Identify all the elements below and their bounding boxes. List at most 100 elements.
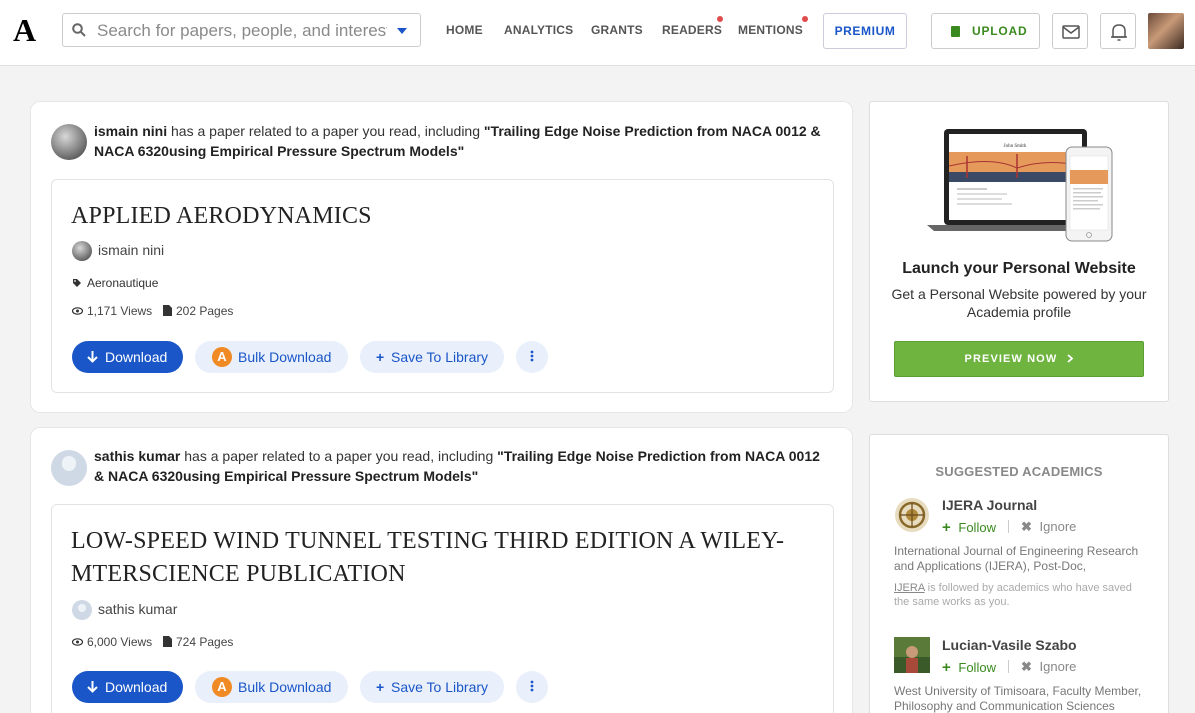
tag-icon: [73, 279, 81, 287]
download-button[interactable]: Download: [72, 341, 183, 373]
nav-mentions[interactable]: MENTIONS: [738, 23, 803, 37]
lucian-vasile-szabo-avatar[interactable]: [894, 637, 930, 673]
paper-title[interactable]: APPLIED AERODYNAMICS: [71, 200, 811, 233]
chevron-right-icon: [1067, 354, 1074, 363]
plus-icon: +: [942, 519, 951, 536]
search-input[interactable]: [97, 20, 387, 42]
promo-title: Launch your Personal Website: [902, 260, 1136, 277]
nav-analytics[interactable]: ANALYTICS: [504, 23, 573, 37]
ijera-journal-logo[interactable]: [894, 497, 930, 533]
feed-notice: ismain nini has a paper related to a pap…: [94, 121, 839, 161]
bulk-download-label: Bulk Download: [238, 679, 332, 695]
paper-views: 1,171 Views: [87, 304, 153, 318]
eye-icon: [72, 307, 83, 315]
academia-a-icon: A: [212, 677, 232, 697]
user-avatar[interactable]: [1148, 13, 1184, 49]
paper-tag[interactable]: Aeronautique: [87, 276, 158, 290]
ignore-button[interactable]: ✖ Ignore: [1021, 659, 1076, 675]
preview-now-button[interactable]: PREVIEW NOW: [894, 341, 1144, 377]
download-arrow-icon: [87, 351, 98, 363]
bulk-download-button[interactable]: A Bulk Download: [195, 671, 348, 703]
download-button[interactable]: Download: [72, 671, 183, 703]
nav-grants[interactable]: GRANTS: [591, 23, 643, 37]
suggested-academics-panel: SUGGESTED ACADEMICS IJERA Journal + Foll…: [869, 434, 1169, 713]
search-box[interactable]: [62, 13, 421, 47]
upload-button-label: UPLOAD: [972, 24, 1028, 38]
premium-button[interactable]: PREMIUM: [823, 13, 907, 49]
paper-card: APPLIED AERODYNAMICS ismain nini Aeronau…: [51, 179, 834, 393]
nav-home[interactable]: HOME: [446, 23, 483, 37]
ignore-label: Ignore: [1039, 659, 1077, 674]
academia-a-icon: A: [212, 347, 232, 367]
suggested-description: West University of Timisoara, Faculty Me…: [894, 684, 1142, 713]
divider: [1008, 520, 1009, 533]
follow-label: Follow: [958, 660, 996, 675]
suggested-academics-title: SUGGESTED ACADEMICS: [935, 464, 1103, 479]
save-to-library-label: Save To Library: [391, 679, 489, 695]
search-icon: [72, 23, 86, 37]
page-icon: [163, 305, 172, 316]
paper-pages: 202 Pages: [176, 304, 234, 318]
paper-author[interactable]: sathis kumar: [98, 601, 177, 617]
follow-button[interactable]: + Follow: [942, 659, 996, 676]
readers-notification-dot: [717, 16, 723, 22]
download-arrow-icon: [87, 681, 98, 693]
plus-icon: +: [376, 679, 385, 695]
nav-readers[interactable]: READERS: [662, 23, 722, 37]
paper-pages: 724 Pages: [176, 635, 234, 649]
plus-icon: +: [942, 659, 951, 676]
download-label: Download: [105, 349, 168, 365]
notice-user-link[interactable]: ismain nini: [94, 123, 167, 139]
follow-label: Follow: [958, 520, 996, 535]
paper-views: 6,000 Views: [87, 635, 153, 649]
close-icon: ✖: [1021, 659, 1032, 674]
bell-icon: [1111, 24, 1127, 41]
notifications-button[interactable]: [1100, 13, 1136, 49]
paper-title[interactable]: LOW-SPEED WIND TUNNEL TESTING THIRD EDIT…: [71, 525, 821, 591]
feed-notice: sathis kumar has a paper related to a pa…: [94, 446, 824, 486]
save-to-library-label: Save To Library: [391, 349, 489, 365]
eye-icon: [72, 638, 83, 646]
save-to-library-button[interactable]: + Save To Library: [360, 341, 504, 373]
notice-text: has a paper related to a paper you read,…: [180, 448, 498, 464]
academia-logo[interactable]: A: [13, 14, 36, 46]
mock-site-name: John Smith: [1004, 144, 1027, 149]
user-avatar-sathis-kumar[interactable]: [51, 450, 87, 486]
messages-button[interactable]: [1052, 13, 1088, 49]
ignore-button[interactable]: ✖ Ignore: [1021, 519, 1076, 535]
suggested-description: International Journal of Engineering Res…: [894, 544, 1139, 573]
follow-button[interactable]: + Follow: [942, 519, 996, 536]
search-dropdown-caret-icon[interactable]: [397, 28, 407, 34]
save-to-library-button[interactable]: + Save To Library: [360, 671, 504, 703]
upload-button[interactable]: UPLOAD: [931, 13, 1040, 49]
more-options-button[interactable]: [516, 341, 548, 373]
close-icon: ✖: [1021, 519, 1032, 534]
preview-now-label: PREVIEW NOW: [964, 353, 1058, 365]
download-label: Download: [105, 679, 168, 695]
ignore-label: Ignore: [1039, 519, 1077, 534]
suggested-note: IJERA is followed by academics who have …: [894, 581, 1149, 609]
mentions-notification-dot: [802, 16, 808, 22]
bulk-download-button[interactable]: A Bulk Download: [195, 341, 348, 373]
feed-card: sathis kumar has a paper related to a pa…: [30, 427, 853, 713]
user-avatar-ismain-nini[interactable]: [51, 124, 87, 160]
envelope-icon: [1062, 25, 1080, 39]
paper-author[interactable]: ismain nini: [98, 242, 164, 258]
author-avatar: [72, 600, 92, 620]
plus-icon: +: [376, 349, 385, 365]
feed-card: ismain nini has a paper related to a pap…: [30, 101, 853, 413]
personal-website-promo: John Smith Launch your Personal Website …: [869, 101, 1169, 402]
suggested-name[interactable]: Lucian-Vasile Szabo: [942, 637, 1077, 653]
divider: [1008, 660, 1009, 673]
notice-user-link[interactable]: sathis kumar: [94, 448, 180, 464]
vertical-dots-icon: [530, 680, 534, 692]
more-options-button[interactable]: [516, 671, 548, 703]
upload-file-icon: [951, 26, 960, 37]
suggested-name[interactable]: IJERA Journal: [942, 497, 1037, 513]
promo-description: Get a Personal Website powered by your A…: [891, 286, 1147, 320]
page-icon: [163, 636, 172, 647]
suggested-note-text: is followed by academics who have saved …: [894, 582, 1132, 608]
bulk-download-label: Bulk Download: [238, 349, 332, 365]
paper-card: LOW-SPEED WIND TUNNEL TESTING THIRD EDIT…: [51, 504, 834, 713]
suggested-note-link[interactable]: IJERA: [894, 582, 925, 594]
